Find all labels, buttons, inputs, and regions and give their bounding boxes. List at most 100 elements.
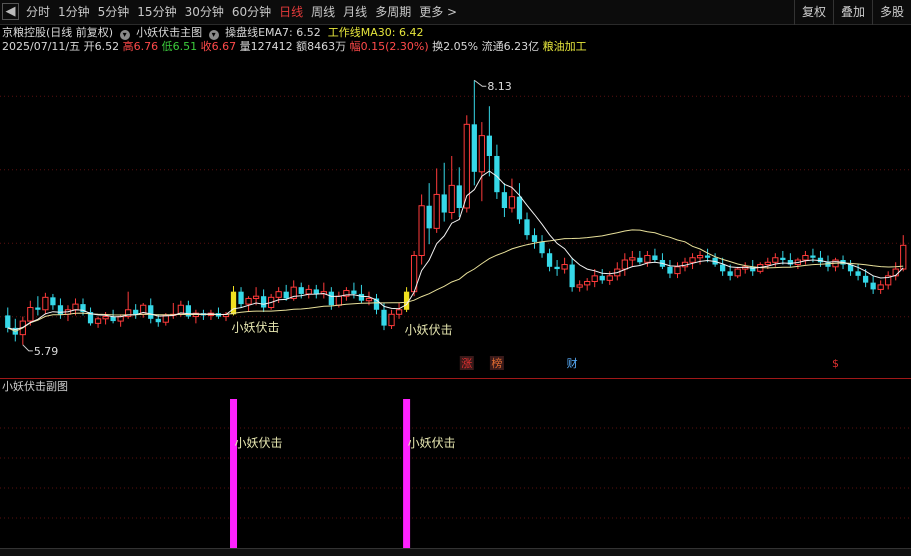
candle-53 <box>403 287 410 313</box>
candle-body-71 <box>539 241 545 254</box>
candle-65 <box>494 144 500 199</box>
open-value: 6.52 <box>94 40 120 53</box>
candle-13 <box>102 312 109 325</box>
sub-indicator-chart[interactable]: 小妖伏击 小妖伏击 <box>0 380 911 548</box>
candle-body-62 <box>471 124 477 172</box>
candle-body-50 <box>381 309 387 326</box>
candle-71 <box>539 235 545 258</box>
candle-47 <box>358 284 365 303</box>
candle-body-7 <box>57 305 64 315</box>
candle-110 <box>832 257 839 272</box>
tab-60min[interactable]: 60分钟 <box>232 0 271 25</box>
candle-117 <box>885 271 892 290</box>
candle-67 <box>508 178 516 213</box>
candle-body-107 <box>810 255 816 258</box>
overlay-button[interactable]: 叠加 <box>832 0 872 25</box>
high-value: 6.76 <box>133 40 159 53</box>
open-label: 开 <box>83 40 95 53</box>
candle-body-91 <box>689 257 696 263</box>
panel-divider[interactable] <box>0 378 911 379</box>
high-marker-label: 8.13 <box>487 80 512 93</box>
low-marker-arrow <box>22 344 33 352</box>
candle-body-44 <box>335 295 342 306</box>
close-value: 6.67 <box>211 40 237 53</box>
candle-56 <box>426 183 432 245</box>
candle-body-19 <box>148 305 154 319</box>
candle-76 <box>576 280 583 292</box>
tab-5min[interactable]: 5分钟 <box>98 0 130 25</box>
candle-6 <box>50 293 56 310</box>
candle-45 <box>343 287 350 301</box>
candle-105 <box>794 257 802 270</box>
candle-55 <box>418 194 425 265</box>
candle-116 <box>877 280 884 294</box>
candle-19 <box>148 298 154 324</box>
candle-body-15 <box>117 316 124 322</box>
back-icon: ◀ <box>5 4 16 19</box>
signal-label-main-1: 小妖伏击 <box>405 323 453 337</box>
candle-77 <box>584 278 591 291</box>
candle-69 <box>524 212 530 240</box>
candle-body-57 <box>433 193 440 229</box>
tab-more[interactable]: 更多 > <box>419 0 457 25</box>
ema-label: 操盘线EMA7: 6.52 <box>225 26 321 39</box>
candle-body-84 <box>637 257 643 263</box>
candle-body-4 <box>35 307 41 310</box>
candle-body-58 <box>441 194 447 213</box>
signal-label-sub-1: 小妖伏击 <box>408 436 456 450</box>
candle-25 <box>192 309 200 324</box>
candle-115 <box>870 275 876 294</box>
candle-body-78 <box>591 275 598 283</box>
candle-body-79 <box>599 275 605 281</box>
candle-body-85 <box>644 254 651 263</box>
candle-59 <box>448 155 455 220</box>
tab-weekly[interactable]: 周线 <box>311 0 335 25</box>
back-button[interactable]: ◀ <box>2 3 19 20</box>
candle-72 <box>546 248 553 272</box>
candle-body-103 <box>780 257 786 261</box>
candle-body-92 <box>696 254 704 259</box>
candle-body-106 <box>802 254 809 261</box>
candle-104 <box>787 253 793 267</box>
candle-body-48 <box>365 297 373 302</box>
candle-89 <box>674 262 681 279</box>
change-value: 0.15(2.30%) <box>360 40 429 53</box>
candle-68 <box>516 183 523 224</box>
restore-rights-button[interactable]: 复权 <box>793 0 833 25</box>
right-toolbar: 复权 叠加 多股 <box>793 0 911 25</box>
candle-82 <box>621 253 628 276</box>
tab-daily[interactable]: 日线 <box>279 0 303 25</box>
candle-body-47 <box>358 293 365 301</box>
candle-57 <box>433 168 440 233</box>
candle-79 <box>599 269 605 284</box>
candle-body-40 <box>305 288 312 295</box>
tab-1min[interactable]: 1分钟 <box>58 0 90 25</box>
main-candlestick-chart[interactable]: 8.13 5.79 小妖伏击 小妖伏击涨 榜 财 $ <box>0 55 911 378</box>
candle-2 <box>19 316 26 345</box>
candle-34 <box>260 289 267 313</box>
tab-15min[interactable]: 15分钟 <box>137 0 176 25</box>
candle-body-83 <box>629 257 636 261</box>
indicator-name[interactable]: 小妖伏击主图 <box>136 26 202 39</box>
tab-multi-period[interactable]: 多周期 <box>375 0 411 25</box>
candle-body-13 <box>102 316 109 320</box>
industry-label[interactable]: 粮油加工 <box>543 40 587 53</box>
candle-7 <box>57 298 64 319</box>
change-label: 幅 <box>349 40 361 53</box>
candle-body-5 <box>42 296 49 311</box>
candle-92 <box>696 250 704 265</box>
candle-body-88 <box>667 266 673 274</box>
candle-body-69 <box>524 219 530 236</box>
candle-body-59 <box>448 184 455 214</box>
candle-body-101 <box>764 261 771 266</box>
sub-panel-title[interactable]: 小妖伏击副图 <box>2 380 68 394</box>
candle-11 <box>87 307 94 326</box>
candle-body-67 <box>508 196 516 209</box>
event-marker-3: $ <box>832 357 839 370</box>
tab-30min[interactable]: 30分钟 <box>185 0 224 25</box>
candle-73 <box>554 260 560 276</box>
candle-body-73 <box>554 266 560 270</box>
multi-stock-button[interactable]: 多股 <box>871 0 911 25</box>
tab-monthly[interactable]: 月线 <box>343 0 367 25</box>
tab-fenshi[interactable]: 分时 <box>26 0 50 25</box>
